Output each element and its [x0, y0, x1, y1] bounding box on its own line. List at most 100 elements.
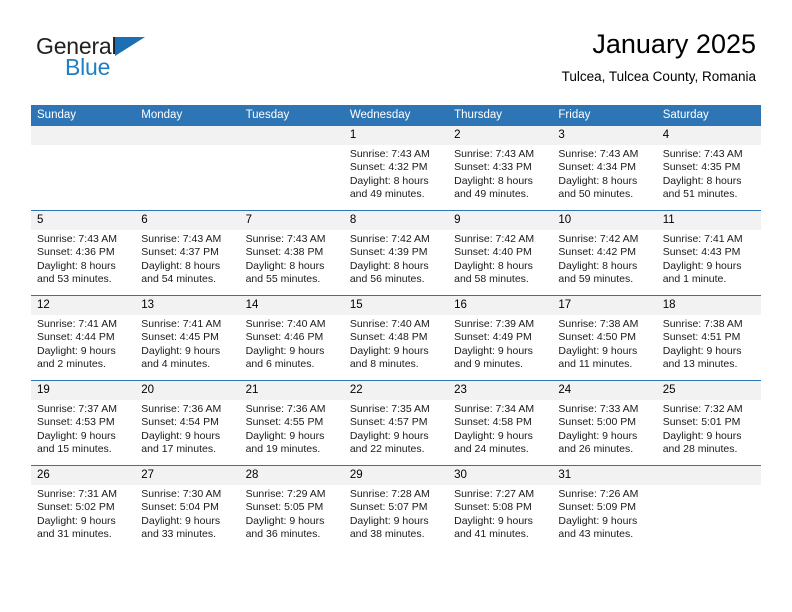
sunset-text: Sunset: 4:37 PM: [141, 246, 219, 259]
daylight-text-line1: Daylight: 9 hours: [349, 514, 429, 527]
calendar-day-cell[interactable]: 1 Sunrise: 7:43 AM Sunset: 4:32 PM Daylight…: [343, 126, 449, 211]
sunrise-text: Sunrise: 7:43 AM: [37, 233, 117, 245]
daylight-text-line2: and 58 minutes.: [454, 273, 529, 286]
calendar-day-cell[interactable]: 25 Sunrise: 7:32 AM Sunset: 5:01 PM Dayligh…: [656, 380, 761, 466]
day-details: Sunrise: 7:43 AM Sunset: 4:32 PM Daylight:…: [344, 145, 448, 202]
calendar-day-cell[interactable]: 26 Sunrise: 7:31 AM Sunset: 5:02 PM Dayligh…: [31, 465, 136, 550]
sunrise-text: Sunrise: 7:43 AM: [245, 233, 326, 245]
calendar-day-cell[interactable]: 17 Sunrise: 7:38 AM Sunset: 4:50 PM Dayligh…: [552, 295, 657, 381]
calendar-day-cell[interactable]: 7 Sunrise: 7:43 AM Sunset: 4:38 PM Daylight…: [239, 210, 344, 296]
weekday-header-friday: Friday: [552, 105, 657, 126]
day-details: Sunrise: 7:36 AM Sunset: 4:55 PM Daylight:…: [240, 400, 344, 457]
calendar-day-cell[interactable]: 3 Sunrise: 7:43 AM Sunset: 4:34 PM Daylight…: [552, 126, 657, 211]
sunset-text: Sunset: 5:01 PM: [662, 416, 741, 429]
day-number: 2: [448, 126, 553, 145]
sunrise-text: Sunrise: 7:42 AM: [454, 233, 535, 245]
day-details: Sunrise: 7:43 AM Sunset: 4:35 PM Daylight:…: [657, 145, 761, 202]
sunset-text: Sunset: 4:35 PM: [662, 161, 741, 174]
calendar-day-cell[interactable]: 29 Sunrise: 7:28 AM Sunset: 5:07 PM Dayligh…: [343, 465, 449, 550]
calendar-day-cell[interactable]: 6 Sunrise: 7:43 AM Sunset: 4:37 PM Daylight…: [135, 210, 240, 296]
sunset-text: Sunset: 5:00 PM: [558, 416, 637, 429]
day-details: Sunrise: 7:43 AM Sunset: 4:38 PM Daylight:…: [240, 230, 344, 287]
calendar-week-row: 26 Sunrise: 7:31 AM Sunset: 5:02 PM Dayligh…: [31, 465, 761, 550]
daylight-text-line1: Daylight: 9 hours: [37, 514, 116, 527]
daylight-text-line1: Daylight: 9 hours: [558, 514, 638, 527]
calendar-day-cell-empty: [135, 126, 240, 211]
calendar-day-cell[interactable]: 10 Sunrise: 7:42 AM Sunset: 4:42 PM Dayligh…: [552, 210, 657, 296]
day-number: 15: [343, 296, 449, 315]
calendar-day-cell-empty: [656, 465, 761, 550]
calendar-day-cell[interactable]: 23 Sunrise: 7:34 AM Sunset: 4:58 PM Dayligh…: [448, 380, 553, 466]
calendar-day-cell[interactable]: 31 Sunrise: 7:26 AM Sunset: 5:09 PM Dayligh…: [552, 465, 657, 550]
day-number: 21: [239, 381, 344, 400]
daylight-text-line1: Daylight: 9 hours: [662, 259, 742, 272]
calendar-day-cell[interactable]: 8 Sunrise: 7:42 AM Sunset: 4:39 PM Daylight…: [343, 210, 449, 296]
daylight-text-line2: and 11 minutes.: [558, 358, 633, 371]
daylight-text-line2: and 43 minutes.: [558, 528, 634, 541]
day-details: Sunrise: 7:42 AM Sunset: 4:40 PM Daylight:…: [448, 230, 552, 287]
calendar-day-cell[interactable]: 27 Sunrise: 7:30 AM Sunset: 5:04 PM Dayligh…: [135, 465, 240, 550]
sunrise-text: Sunrise: 7:37 AM: [37, 403, 117, 415]
daylight-text-line2: and 28 minutes.: [662, 443, 738, 456]
day-number: 13: [135, 296, 240, 315]
sunset-text: Sunset: 4:57 PM: [349, 416, 428, 429]
daylight-text-line2: and 41 minutes.: [454, 528, 529, 541]
day-number: 5: [31, 211, 136, 230]
sunrise-text: Sunrise: 7:38 AM: [662, 318, 743, 330]
daylight-text-line2: and 53 minutes.: [37, 273, 112, 286]
calendar-day-cell[interactable]: 5 Sunrise: 7:43 AM Sunset: 4:36 PM Daylight…: [31, 210, 136, 296]
day-details: Sunrise: 7:37 AM Sunset: 4:53 PM Daylight:…: [31, 400, 135, 457]
sunset-text: Sunset: 5:07 PM: [349, 501, 428, 514]
calendar-day-cell[interactable]: 24 Sunrise: 7:33 AM Sunset: 5:00 PM Dayligh…: [552, 380, 657, 466]
calendar-day-cell[interactable]: 4 Sunrise: 7:43 AM Sunset: 4:35 PM Daylight…: [656, 126, 761, 211]
title-block: January 2025 Tulcea, Tulcea County, Roma…: [562, 28, 756, 85]
calendar-day-cell[interactable]: 15 Sunrise: 7:40 AM Sunset: 4:48 PM Dayligh…: [343, 295, 449, 381]
daylight-text-line1: Daylight: 8 hours: [454, 174, 533, 187]
day-details: Sunrise: 7:39 AM Sunset: 4:49 PM Daylight:…: [448, 315, 552, 372]
calendar-day-cell[interactable]: 18 Sunrise: 7:38 AM Sunset: 4:51 PM Dayligh…: [656, 295, 761, 381]
calendar-day-cell[interactable]: 9 Sunrise: 7:42 AM Sunset: 4:40 PM Daylight…: [448, 210, 553, 296]
calendar-day-cell[interactable]: 21 Sunrise: 7:36 AM Sunset: 4:55 PM Dayligh…: [239, 380, 344, 466]
calendar-day-cell[interactable]: 28 Sunrise: 7:29 AM Sunset: 5:05 PM Dayligh…: [239, 465, 344, 550]
calendar-day-cell[interactable]: 2 Sunrise: 7:43 AM Sunset: 4:33 PM Daylight…: [448, 126, 553, 211]
sunset-text: Sunset: 4:55 PM: [245, 416, 324, 429]
daylight-text-line1: Daylight: 9 hours: [349, 344, 429, 357]
calendar-day-cell[interactable]: 13 Sunrise: 7:41 AM Sunset: 4:45 PM Dayligh…: [135, 295, 240, 381]
calendar-day-cell[interactable]: 11 Sunrise: 7:41 AM Sunset: 4:43 PM Dayligh…: [656, 210, 761, 296]
day-details: Sunrise: 7:30 AM Sunset: 5:04 PM Daylight:…: [135, 485, 239, 542]
calendar-day-cell[interactable]: 20 Sunrise: 7:36 AM Sunset: 4:54 PM Dayligh…: [135, 380, 240, 466]
sunrise-text: Sunrise: 7:42 AM: [558, 233, 639, 245]
sunset-text: Sunset: 4:45 PM: [141, 331, 219, 344]
daylight-text-line2: and 13 minutes.: [662, 358, 738, 371]
calendar-day-cell[interactable]: 16 Sunrise: 7:39 AM Sunset: 4:49 PM Dayligh…: [448, 295, 553, 381]
brand-logo[interactable]: General Blue: [36, 33, 256, 89]
day-number: 11: [656, 211, 761, 230]
day-number: 12: [31, 296, 136, 315]
sunrise-text: Sunrise: 7:32 AM: [662, 403, 743, 415]
day-number: 24: [552, 381, 657, 400]
daylight-text-line1: Daylight: 8 hours: [558, 174, 638, 187]
day-number: 19: [31, 381, 136, 400]
calendar-day-cell[interactable]: 19 Sunrise: 7:37 AM Sunset: 4:53 PM Dayligh…: [31, 380, 136, 466]
daylight-text-line1: Daylight: 8 hours: [245, 259, 325, 272]
daylight-text-line2: and 9 minutes.: [454, 358, 524, 371]
sunset-text: Sunset: 5:04 PM: [141, 501, 219, 514]
sunset-text: Sunset: 5:02 PM: [37, 501, 115, 514]
daylight-text-line2: and 59 minutes.: [558, 273, 634, 286]
daylight-text-line1: Daylight: 9 hours: [558, 429, 638, 442]
calendar-day-cell[interactable]: 14 Sunrise: 7:40 AM Sunset: 4:46 PM Dayligh…: [239, 295, 344, 381]
daylight-text-line2: and 22 minutes.: [349, 443, 425, 456]
page-header: General Blue January 2025 Tulcea, Tulcea…: [0, 0, 792, 100]
calendar-day-cell[interactable]: 12 Sunrise: 7:41 AM Sunset: 4:44 PM Dayligh…: [31, 295, 136, 381]
daylight-text-line1: Daylight: 9 hours: [454, 514, 533, 527]
calendar-day-cell[interactable]: 22 Sunrise: 7:35 AM Sunset: 4:57 PM Dayligh…: [343, 380, 449, 466]
sunset-text: Sunset: 4:38 PM: [245, 246, 324, 259]
weekday-header-saturday: Saturday: [656, 105, 761, 126]
calendar-day-cell[interactable]: 30 Sunrise: 7:27 AM Sunset: 5:08 PM Dayligh…: [448, 465, 553, 550]
sunrise-text: Sunrise: 7:42 AM: [349, 233, 430, 245]
daylight-text-line2: and 1 minute.: [662, 273, 727, 286]
day-number: [31, 126, 136, 145]
sunrise-text: Sunrise: 7:43 AM: [141, 233, 222, 245]
weekday-header-thursday: Thursday: [448, 105, 553, 126]
day-details: Sunrise: 7:28 AM Sunset: 5:07 PM Daylight:…: [344, 485, 448, 542]
